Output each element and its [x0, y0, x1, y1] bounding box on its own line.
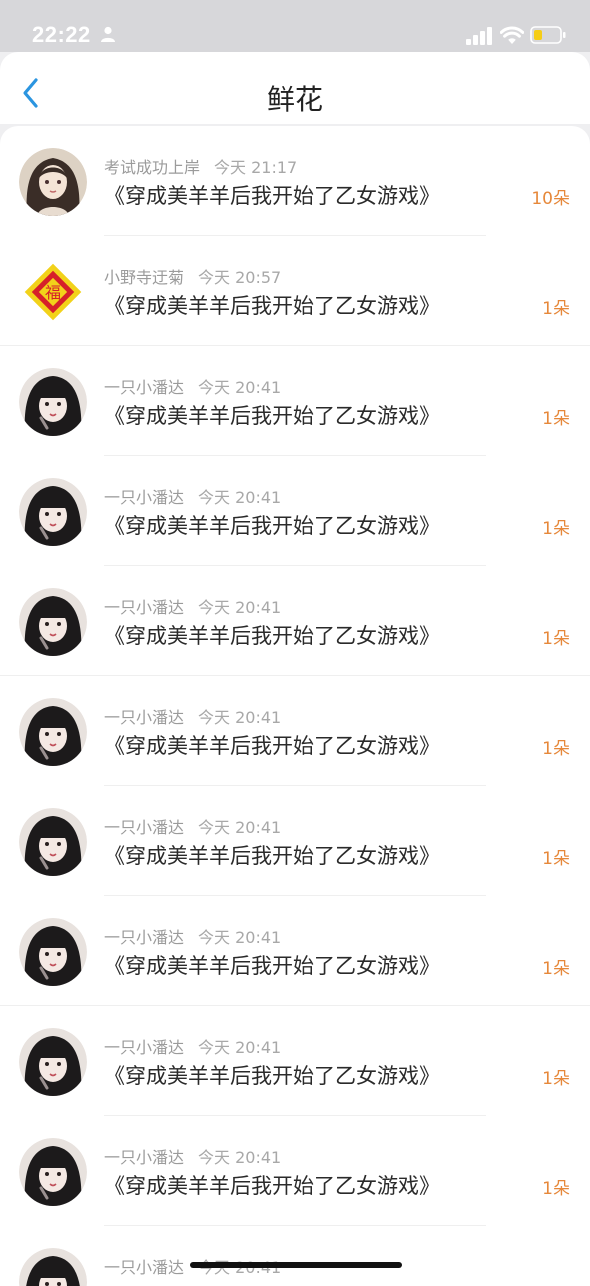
sender-name: 一只小潘达 — [104, 1148, 185, 1167]
book-title: 《穿成美羊羊后我开始了乙女游戏》 — [104, 514, 440, 538]
sender-meta: 一只小潘达今天 20:41 — [104, 484, 281, 508]
list-item[interactable]: 一只小潘达 今天 20:41 《穿成美羊羊后我开始了乙女游戏》 1朵 — [0, 786, 590, 896]
sent-time: 今天 20:41 — [198, 488, 282, 507]
wifi-icon — [500, 26, 524, 44]
book-title: 《穿成美羊羊后我开始了乙女游戏》 — [104, 294, 440, 318]
sender-name: 小野寺迂菊 — [104, 268, 185, 287]
sender-meta: 一只小潘达今天 20:41 — [104, 924, 281, 948]
sender-name: 一只小潘达 — [104, 598, 185, 617]
list-item[interactable]: 一只小潘达 今天 20:41 《穿成美羊羊后我开始了乙女游戏》 1朵 — [0, 676, 590, 786]
sent-time: 今天 20:41 — [198, 708, 282, 727]
sent-time: 今天 21:17 — [214, 158, 298, 177]
sent-time: 今天 20:41 — [198, 1148, 282, 1167]
cellular-signal-icon — [466, 27, 492, 45]
sender-meta: 一只小潘达今天 20:41 — [104, 1034, 281, 1058]
flower-count: 1朵 — [542, 629, 570, 649]
flower-count: 1朵 — [542, 1069, 570, 1089]
sender-meta: 考试成功上岸 今天 21:17 — [104, 154, 297, 178]
avatar-bangs-girl[interactable] — [19, 1028, 87, 1096]
avatar-bangs-girl[interactable] — [19, 368, 87, 436]
sender-meta: 一只小潘达今天 20:41 — [104, 594, 281, 618]
list-item[interactable]: 一只小潘达今天 20:41 — [0, 1226, 590, 1286]
avatar-bangs-girl[interactable] — [19, 1138, 87, 1206]
flower-list: 考试成功上岸 今天 21:17 《穿成美羊羊后我开始了乙女游戏》 10朵 福 小野… — [0, 126, 590, 1286]
sender-meta: 一只小潘达今天 20:41 — [104, 814, 281, 838]
book-title: 《穿成美羊羊后我开始了乙女游戏》 — [104, 184, 440, 208]
sent-time: 今天 20:41 — [198, 598, 282, 617]
flower-count: 1朵 — [542, 739, 570, 759]
sent-time: 今天 20:41 — [198, 378, 282, 397]
page-title: 鲜花 — [266, 83, 323, 116]
flower-count: 1朵 — [542, 519, 570, 539]
list-item[interactable]: 考试成功上岸 今天 21:17 《穿成美羊羊后我开始了乙女游戏》 10朵 — [0, 126, 590, 236]
sent-time: 今天 20:41 — [198, 818, 282, 837]
list-item[interactable]: 一只小潘达 今天 20:41 《穿成美羊羊后我开始了乙女游戏》 1朵 — [0, 1116, 590, 1226]
book-title: 《穿成美羊羊后我开始了乙女游戏》 — [104, 1174, 440, 1198]
sender-name: 一只小潘达 — [104, 1258, 185, 1277]
sent-time: 今天 20:41 — [198, 1038, 282, 1057]
status-bar: 22:22 — [0, 0, 590, 52]
sender-name: 一只小潘达 — [104, 1038, 185, 1057]
avatar-long-hair-girl[interactable] — [19, 148, 87, 216]
list-item[interactable]: 一只小潘达 今天 20:41 《穿成美羊羊后我开始了乙女游戏》 1朵 — [0, 456, 590, 566]
avatar-bangs-girl[interactable] — [19, 698, 87, 766]
battery-icon — [530, 26, 566, 44]
list-item[interactable]: 一只小潘达 今天 20:41 《穿成美羊羊后我开始了乙女游戏》 1朵 — [0, 566, 590, 676]
flower-count: 1朵 — [542, 299, 570, 319]
avatar-bangs-girl[interactable] — [19, 478, 87, 546]
flower-count: 1朵 — [542, 409, 570, 429]
flower-count: 1朵 — [542, 849, 570, 869]
book-title: 《穿成美羊羊后我开始了乙女游戏》 — [104, 954, 440, 978]
header: 鲜花 — [0, 52, 590, 124]
sender-name: 一只小潘达 — [104, 488, 185, 507]
sent-time: 今天 20:41 — [198, 928, 282, 947]
avatar-bangs-girl[interactable] — [19, 588, 87, 656]
svg-text:福: 福 — [45, 283, 61, 302]
book-title: 《穿成美羊羊后我开始了乙女游戏》 — [104, 624, 440, 648]
avatar-bangs-girl[interactable] — [19, 918, 87, 986]
avatar-fu-charm[interactable]: 福 — [19, 258, 87, 326]
list-item[interactable]: 一只小潘达 今天 20:41 《穿成美羊羊后我开始了乙女游戏》 1朵 — [0, 1006, 590, 1116]
sender-meta: 小野寺迂菊 今天 20:57 — [104, 264, 281, 288]
sender-name: 考试成功上岸 — [104, 158, 201, 177]
sender-name: 一只小潘达 — [104, 708, 185, 727]
list-item[interactable]: 一只小潘达 今天 20:41 《穿成美羊羊后我开始了乙女游戏》 1朵 — [0, 346, 590, 456]
sender-meta: 一只小潘达今天 20:41 — [104, 704, 281, 728]
book-title: 《穿成美羊羊后我开始了乙女游戏》 — [104, 734, 440, 758]
sender-name: 一只小潘达 — [104, 378, 185, 397]
home-indicator[interactable] — [190, 1262, 402, 1268]
book-title: 《穿成美羊羊后我开始了乙女游戏》 — [104, 404, 440, 428]
sender-name: 一只小潘达 — [104, 928, 185, 947]
flower-count: 1朵 — [542, 959, 570, 979]
flower-count: 10朵 — [531, 189, 570, 209]
book-title: 《穿成美羊羊后我开始了乙女游戏》 — [104, 844, 440, 868]
sender-meta: 一只小潘达今天 20:41 — [104, 1144, 281, 1168]
book-title: 《穿成美羊羊后我开始了乙女游戏》 — [104, 1064, 440, 1088]
avatar-bangs-girl[interactable] — [19, 808, 87, 876]
person-icon — [101, 26, 115, 42]
list-item[interactable]: 福 小野寺迂菊 今天 20:57 《穿成美羊羊后我开始了乙女游戏》 1朵 — [0, 236, 590, 346]
sender-meta: 一只小潘达今天 20:41 — [104, 374, 281, 398]
flower-count: 1朵 — [542, 1179, 570, 1199]
sender-name: 一只小潘达 — [104, 818, 185, 837]
list-item[interactable]: 一只小潘达 今天 20:41 《穿成美羊羊后我开始了乙女游戏》 1朵 — [0, 896, 590, 1006]
avatar-bangs-girl[interactable] — [19, 1248, 87, 1286]
sent-time: 今天 20:57 — [198, 268, 282, 287]
status-time: 22:22 — [32, 22, 91, 47]
